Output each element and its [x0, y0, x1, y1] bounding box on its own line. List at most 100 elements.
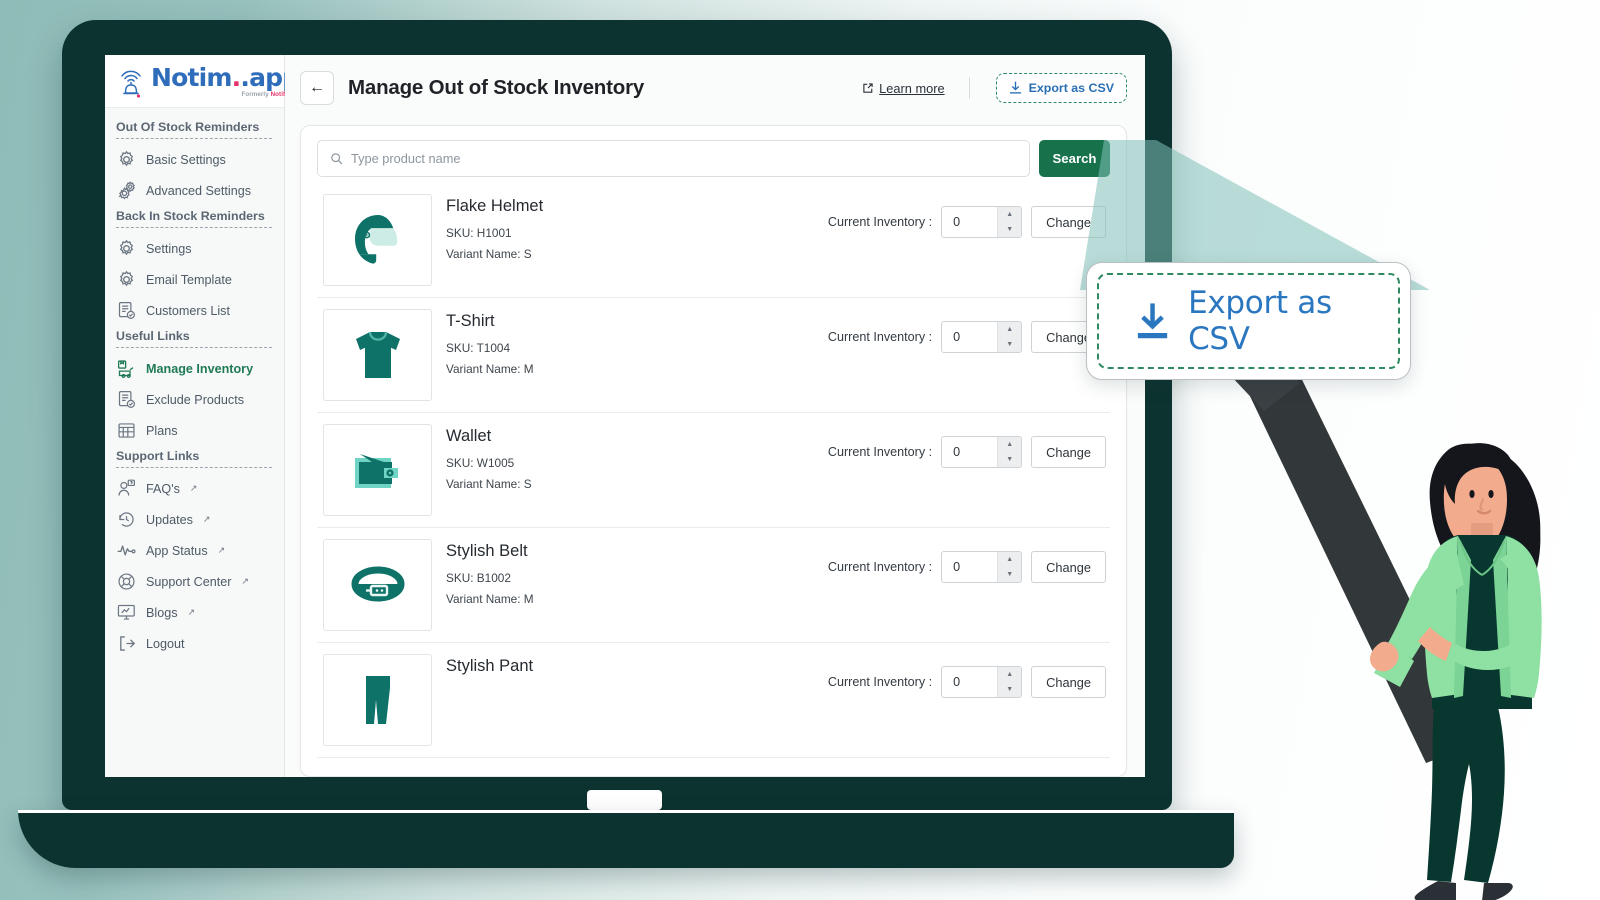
sidebar-item-blogs[interactable]: Blogs ↗ [105, 597, 284, 628]
product-thumbnail[interactable] [323, 539, 432, 631]
stepper-arrows: ▲ ▼ [997, 207, 1022, 237]
stepper-down-icon[interactable]: ▼ [998, 337, 1021, 352]
export-as-csv-button[interactable]: Export as CSV [995, 73, 1127, 103]
sidebar-item-email-template[interactable]: Email Template [105, 264, 284, 295]
main-content: ← Manage Out of Stock Inventory Learn mo… [285, 55, 1145, 777]
inventory-card: Search [300, 125, 1127, 777]
external-link-icon: ↗ [217, 545, 226, 555]
product-sku: SKU: T1004 [446, 341, 511, 355]
stepper-down-icon[interactable]: ▼ [998, 222, 1021, 237]
sidebar-item-exclude-products[interactable]: Exclude Products [105, 384, 284, 415]
sidebar-item-basic-settings[interactable]: Basic Settings [105, 144, 284, 175]
sidebar-item-label: Blogs [146, 605, 178, 620]
product-thumbnail[interactable] [323, 424, 432, 516]
wallet-icon [354, 454, 398, 488]
quantity-stepper[interactable]: 0 ▲ ▼ [941, 206, 1023, 238]
stepper-down-icon[interactable]: ▼ [998, 567, 1021, 582]
list-check-icon [118, 391, 135, 408]
laptop-frame: Notim..app Formerly Notify Me Out Of Sto… [62, 20, 1172, 810]
sidebar-item-app-status[interactable]: App Status ↗ [105, 535, 284, 566]
quantity-stepper[interactable]: 0 ▲ ▼ [941, 666, 1023, 698]
quantity-value[interactable]: 0 [942, 437, 997, 467]
application-window: Notim..app Formerly Notify Me Out Of Sto… [105, 55, 1145, 777]
quantity-stepper[interactable]: 0 ▲ ▼ [941, 321, 1023, 353]
product-thumbnail[interactable] [323, 654, 432, 746]
export-as-csv-callout[interactable]: Export as CSV [1086, 262, 1411, 380]
stepper-down-icon[interactable]: ▼ [998, 682, 1021, 697]
sidebar: Notim..app Formerly Notify Me Out Of Sto… [105, 55, 300, 777]
laptop-screen: Notim..app Formerly Notify Me Out Of Sto… [105, 55, 1145, 777]
belt-icon [351, 566, 404, 602]
sidebar-item-label: Customers List [146, 303, 230, 318]
sidebar-item-updates[interactable]: Updates ↗ [105, 504, 284, 535]
sidebar-item-label: Exclude Products [146, 392, 245, 407]
stepper-up-icon[interactable]: ▲ [998, 207, 1021, 222]
search-input[interactable] [351, 151, 1017, 166]
gear-icon [119, 150, 134, 167]
sidebar-item-label: Updates [146, 512, 193, 527]
sidebar-item-settings[interactable]: Settings [105, 233, 284, 264]
quantity-value[interactable]: 0 [942, 322, 997, 352]
search-button[interactable]: Search [1039, 140, 1110, 177]
change-button[interactable]: Change [1031, 666, 1106, 698]
sidebar-item-customers-list[interactable]: Customers List [105, 295, 284, 326]
nav-section-useful-links: Useful Links [116, 329, 272, 348]
product-info: Wallet SKU: W1005 Variant Name: S [446, 424, 814, 494]
stepper-up-icon[interactable]: ▲ [998, 322, 1021, 337]
list-check-icon [118, 302, 135, 319]
current-inventory-label: Current Inventory : [827, 560, 933, 574]
product-info: Stylish Belt SKU: B1002 Variant Name: M [446, 539, 814, 609]
table-row: Wallet SKU: W1005 Variant Name: S Curren… [317, 413, 1110, 528]
sidebar-item-label: Manage Inventory [146, 361, 254, 376]
sidebar-item-label: Advanced Settings [146, 183, 252, 198]
quantity-value[interactable]: 0 [942, 207, 997, 237]
pant-icon [365, 676, 390, 724]
sidebar-item-faqs[interactable]: FAQ's ↗ [105, 473, 284, 504]
change-button[interactable]: Change [1031, 436, 1106, 468]
sidebar-item-manage-inventory[interactable]: Manage Inventory [105, 353, 284, 384]
sidebar-item-support-center[interactable]: Support Center ↗ [105, 566, 284, 597]
product-name: Wallet [446, 427, 492, 445]
stepper-arrows: ▲ ▼ [997, 437, 1022, 467]
inventory-controls: Current Inventory : 0 ▲ ▼ Change [828, 194, 1106, 238]
page-title: Manage Out of Stock Inventory [348, 76, 645, 99]
product-info: Flake Helmet SKU: H1001 Variant Name: S [446, 194, 814, 264]
quantity-stepper[interactable]: 0 ▲ ▼ [941, 436, 1023, 468]
stepper-up-icon[interactable]: ▲ [998, 552, 1021, 567]
learn-more-label: Learn more [879, 80, 945, 96]
stepper-up-icon[interactable]: ▲ [998, 437, 1021, 452]
product-sku: SKU: W1005 [446, 456, 515, 470]
current-inventory-label: Current Inventory : [827, 675, 933, 689]
quantity-stepper[interactable]: 0 ▲ ▼ [941, 551, 1023, 583]
search-box[interactable] [317, 140, 1030, 177]
back-button[interactable]: ← [300, 71, 334, 105]
product-thumbnail[interactable] [323, 309, 432, 401]
inventory-controls: Current Inventory : 0 ▲ ▼ Change [828, 424, 1106, 468]
change-button[interactable]: Change [1031, 206, 1106, 238]
user-question-icon [118, 479, 135, 496]
header-divider [968, 77, 970, 99]
product-thumbnail[interactable] [323, 194, 432, 286]
learn-more-link[interactable]: Learn more [862, 80, 945, 96]
sidebar-item-advanced-settings[interactable]: Advanced Settings [105, 175, 284, 206]
pulse-icon [117, 545, 136, 556]
stepper-up-icon[interactable]: ▲ [998, 667, 1021, 682]
change-button[interactable]: Change [1031, 551, 1106, 583]
laptop-base [18, 810, 1234, 868]
quantity-value[interactable]: 0 [942, 552, 997, 582]
product-name: Stylish Pant [446, 657, 534, 675]
double-gear-icon [118, 181, 135, 200]
brand-logo[interactable]: Notim..app Formerly Notify Me [105, 55, 300, 108]
quantity-value[interactable]: 0 [942, 667, 997, 697]
logout-icon [120, 636, 136, 651]
search-icon [331, 153, 343, 165]
sidebar-item-logout[interactable]: Logout [105, 628, 284, 659]
callout-inner: Export as CSV [1097, 273, 1400, 369]
product-variant: Variant Name: M [446, 361, 534, 376]
brand-wordmark: Notim..app [151, 62, 300, 92]
nav-section-out-of-stock: Out Of Stock Reminders [116, 120, 272, 139]
sidebar-item-plans[interactable]: Plans [105, 415, 284, 446]
gear-icon [119, 270, 134, 287]
stepper-down-icon[interactable]: ▼ [998, 452, 1021, 467]
product-info: T-Shirt SKU: T1004 Variant Name: M [446, 309, 814, 379]
